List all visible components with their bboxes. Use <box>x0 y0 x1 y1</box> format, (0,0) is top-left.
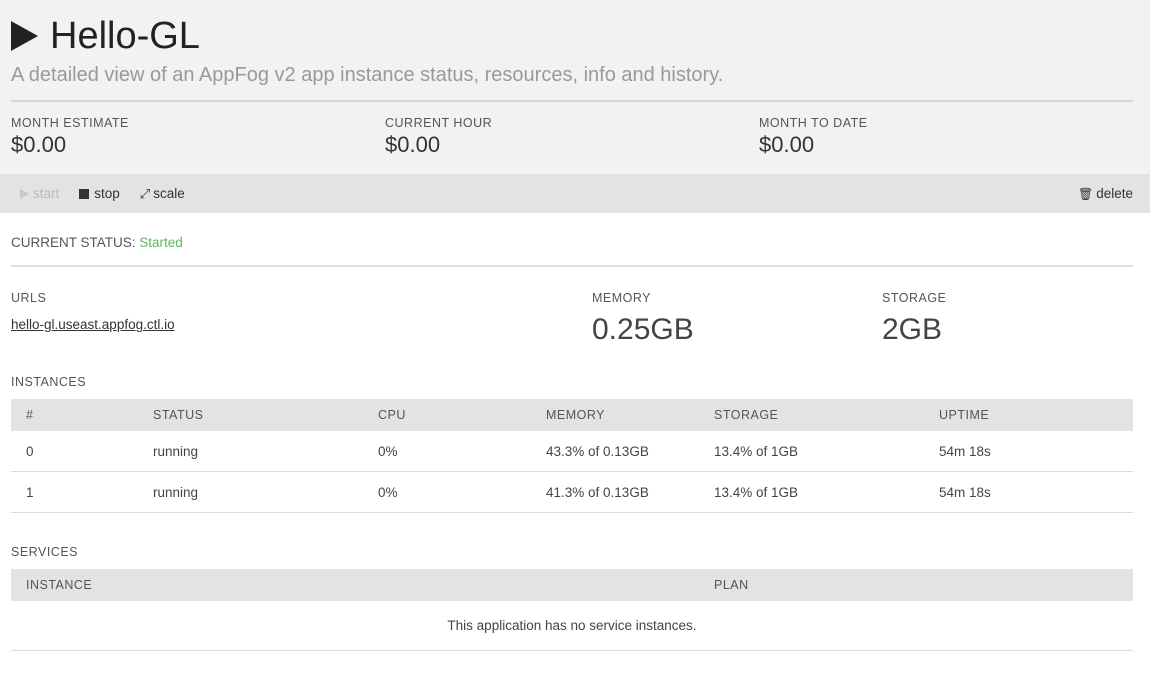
stop-button[interactable]: stop <box>79 186 120 201</box>
main-content: CURRENT STATUS: Started URLS hello-gl.us… <box>0 213 1150 651</box>
column-header: STORAGE <box>714 408 779 422</box>
table-cell: 43.3% of 0.13GB <box>531 431 699 472</box>
column-header: INSTANCE <box>26 578 93 592</box>
status-divider <box>11 265 1133 267</box>
table-row: 0 running 0% 43.3% of 0.13GB 13.4% of 1G… <box>11 431 1133 472</box>
table-cell: 41.3% of 0.13GB <box>531 471 699 513</box>
table-cell: 1 <box>11 471 138 513</box>
play-icon <box>20 188 29 199</box>
services-table: INSTANCE PLAN This application has no se… <box>11 569 1133 651</box>
storage-section: STORAGE 2GB <box>882 291 946 375</box>
column-header: MEMORY <box>546 408 606 422</box>
empty-state-row: This application has no service instance… <box>11 601 1133 651</box>
memory-label: MEMORY <box>592 291 652 305</box>
status-value: Started <box>139 235 183 250</box>
cost-value: $0.00 <box>11 132 67 157</box>
delete-label: delete <box>1096 186 1133 201</box>
page-subtitle: A detailed view of an AppFog v2 app inst… <box>11 64 724 86</box>
cost-label: CURRENT HOUR <box>385 116 493 130</box>
urls-label: URLS <box>11 291 47 305</box>
table-header-row: # STATUS CPU MEMORY STORAGE UPTIME <box>11 399 1133 431</box>
cost-month-estimate: MONTH ESTIMATE $0.00 <box>11 116 385 158</box>
action-toolbar: start stop ⤢ scale 🗑 delete <box>0 174 1150 213</box>
start-button[interactable]: start <box>20 186 59 201</box>
table-cell: 0 <box>11 431 138 472</box>
resource-info: URLS hello-gl.useast.appfog.ctl.io MEMOR… <box>11 291 1133 375</box>
scale-label: scale <box>153 186 185 201</box>
column-header: STATUS <box>153 408 204 422</box>
title-row: Hello-GL <box>11 0 1133 58</box>
header-divider <box>11 100 1133 102</box>
scale-button[interactable]: ⤢ scale <box>140 186 185 202</box>
cost-summary: MONTH ESTIMATE $0.00 CURRENT HOUR $0.00 … <box>11 116 1133 158</box>
column-header: PLAN <box>714 578 749 592</box>
table-cell: 13.4% of 1GB <box>699 471 924 513</box>
cost-label: MONTH ESTIMATE <box>11 116 129 130</box>
status-label: CURRENT STATUS: <box>11 235 136 250</box>
cost-current-hour: CURRENT HOUR $0.00 <box>385 116 759 158</box>
memory-section: MEMORY 0.25GB <box>592 291 882 375</box>
services-label: SERVICES <box>11 545 78 559</box>
table-cell: 54m 18s <box>924 471 1133 513</box>
table-cell: 0% <box>363 431 531 472</box>
storage-label: STORAGE <box>882 291 947 305</box>
table-cell: running <box>138 431 363 472</box>
table-cell: 0% <box>363 471 531 513</box>
empty-message: This application has no service instance… <box>11 601 1133 651</box>
column-header: CPU <box>378 408 406 422</box>
table-header-row: INSTANCE PLAN <box>11 569 1133 601</box>
column-header: UPTIME <box>939 408 990 422</box>
table-cell: 54m 18s <box>924 431 1133 472</box>
app-header: Hello-GL A detailed view of an AppFog v2… <box>0 0 1150 174</box>
cost-value: $0.00 <box>385 132 441 157</box>
current-status: CURRENT STATUS: Started <box>11 213 1133 265</box>
instances-label: INSTANCES <box>11 375 87 389</box>
table-cell: 13.4% of 1GB <box>699 431 924 472</box>
table-cell: running <box>138 471 363 513</box>
storage-value: 2GB <box>882 313 943 346</box>
memory-value: 0.25GB <box>592 313 694 346</box>
delete-button[interactable]: 🗑 delete <box>1078 186 1133 201</box>
instances-table: # STATUS CPU MEMORY STORAGE UPTIME 0 run… <box>11 399 1133 513</box>
urls-section: URLS hello-gl.useast.appfog.ctl.io <box>11 291 592 375</box>
cost-month-to-date: MONTH TO DATE $0.00 <box>759 116 1133 158</box>
column-header: # <box>26 408 34 422</box>
play-icon <box>11 21 38 51</box>
table-row: 1 running 0% 41.3% of 0.13GB 13.4% of 1G… <box>11 471 1133 513</box>
cost-label: MONTH TO DATE <box>759 116 868 130</box>
resize-icon: ⤢ <box>139 185 151 201</box>
cost-value: $0.00 <box>759 132 815 157</box>
page-title: Hello-GL <box>50 15 200 57</box>
stop-label: stop <box>94 186 120 201</box>
app-url-link[interactable]: hello-gl.useast.appfog.ctl.io <box>11 317 175 332</box>
stop-icon <box>79 188 90 199</box>
trash-icon: 🗑 <box>1077 186 1094 201</box>
start-label: start <box>33 186 60 201</box>
